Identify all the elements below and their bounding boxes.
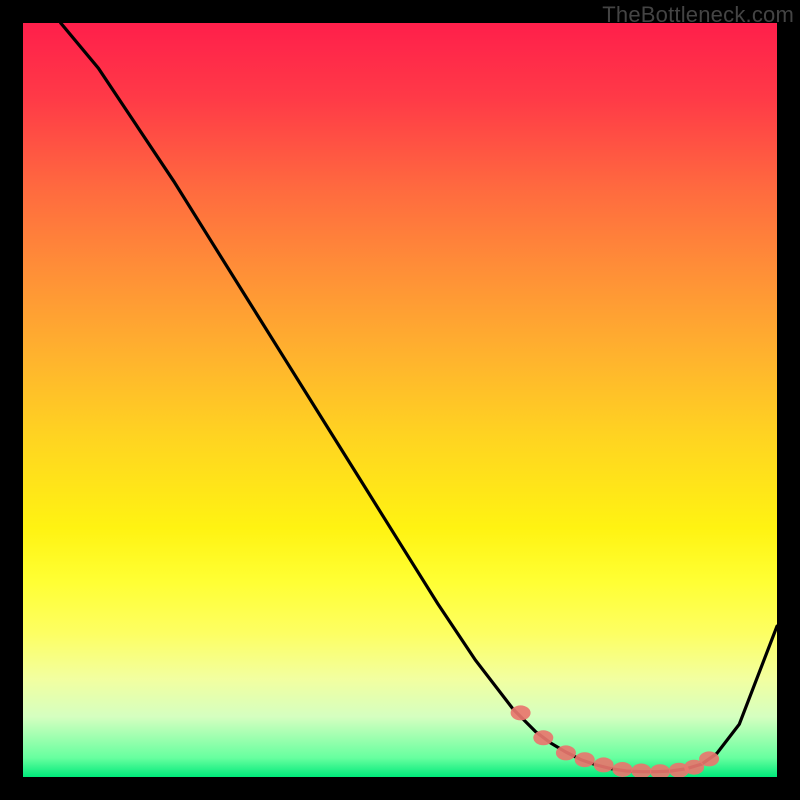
marker-dot [612, 762, 632, 777]
marker-dot [511, 705, 531, 720]
marker-dot [556, 745, 576, 760]
watermark-text: TheBottleneck.com [602, 2, 794, 28]
chart-svg [23, 23, 777, 777]
marker-dot [594, 757, 614, 772]
marker-dot [650, 764, 670, 777]
curve-layer [61, 23, 777, 772]
plot-area [23, 23, 777, 777]
chart-frame: TheBottleneck.com [0, 0, 800, 800]
marker-dot [699, 751, 719, 766]
optimal-markers [511, 705, 719, 777]
bottleneck-curve [61, 23, 777, 772]
marker-dot [631, 764, 651, 778]
marker-dot [533, 730, 553, 745]
marker-dot [575, 752, 595, 767]
